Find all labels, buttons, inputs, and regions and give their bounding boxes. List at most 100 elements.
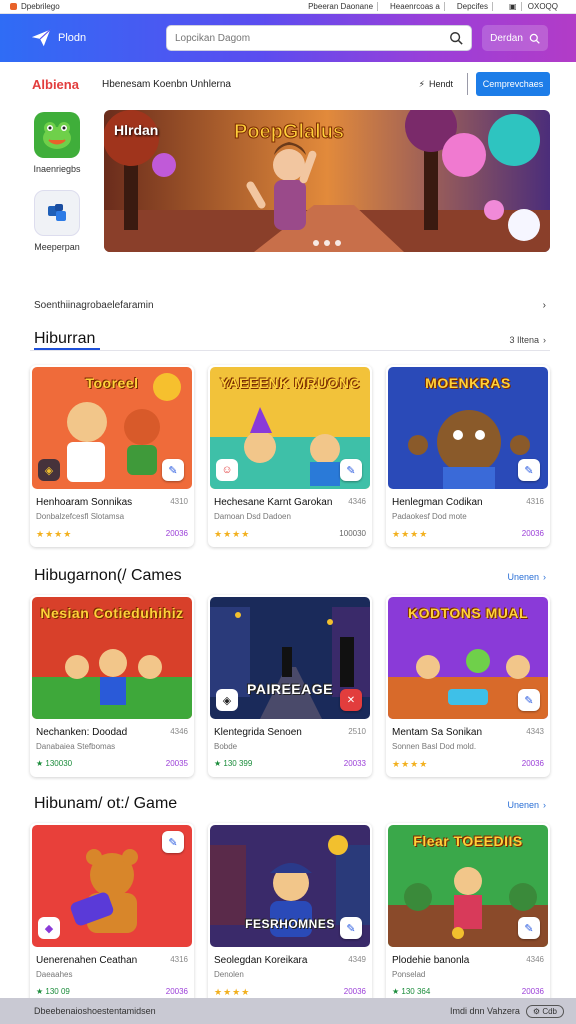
card-grid: Tooreel ◈ ✎ Henhoaram Sonnikas 4310 Donba…	[0, 351, 576, 547]
game-subtitle: Damoan Dsd Dadoen	[214, 512, 291, 521]
game-title: Klentegrida Senoen	[214, 727, 302, 738]
carousel-dot[interactable]	[313, 240, 319, 246]
section-more-link[interactable]: 3 Iltena ›	[509, 335, 546, 348]
game-card[interactable]: KODTONS MUAL ✎ Mentam Sa Sonikan 4343 Son…	[386, 595, 550, 777]
footer-text[interactable]: Dbeebenaioshoestentamidsen	[34, 1006, 156, 1016]
game-card[interactable]: MOENKRAS ✎ Henlegman Codikan 4316 Padaoke…	[386, 365, 550, 547]
star-rating: ★★★★	[214, 987, 251, 997]
breadcrumb-label[interactable]: Soenthiinagrobaelefaramin	[34, 300, 154, 311]
header-button-label: Derdan	[490, 32, 523, 44]
brand-logo[interactable]: Plodn	[30, 27, 166, 49]
rating-count: ★ 130 09	[36, 987, 70, 996]
app-title: Albiena	[32, 76, 79, 92]
brand-name: Plodn	[58, 32, 87, 44]
gem-icon: ◆	[38, 917, 60, 939]
header-search-button[interactable]: Derdan	[482, 25, 548, 51]
site-id[interactable]: Dpebrilego	[10, 2, 60, 11]
game-subtitle: Bobde	[214, 742, 238, 751]
game-thumbnail: MOENKRAS ✎	[388, 367, 548, 489]
side-app-2[interactable]: Meeperpan	[32, 190, 82, 252]
banner-title: Hlrdan	[114, 122, 159, 138]
game-title: Uenerenahen Ceathan	[36, 955, 138, 966]
game-thumbnail: Flear TOEEDIIS ✎	[388, 825, 548, 947]
search-icon	[529, 33, 540, 44]
game-thumbnail: Nesian Cotieduhihiz	[32, 597, 192, 719]
game-price: 20033	[343, 759, 366, 768]
carousel-dot[interactable]	[324, 240, 330, 246]
side-app-1[interactable]: Inaenriegbs	[32, 112, 82, 174]
cta-button[interactable]: Cemprevchaes	[476, 72, 550, 96]
game-card[interactable]: Nesian Cotieduhihiz Nechanken: Doodad 434…	[30, 595, 194, 777]
game-subtitle: Padaokesf Dod mote	[392, 512, 467, 521]
carousel-dot[interactable]	[335, 240, 341, 246]
reader-link[interactable]: ⚡ Hendt	[419, 79, 453, 90]
footer-badge[interactable]: ⚙ Cdb	[525, 1004, 564, 1018]
game-thumbnail: KODTONS MUAL ✎	[388, 597, 548, 719]
game-title: Henlegman Codikan	[392, 497, 483, 508]
game-thumbnail: FESRHOMNES ✎	[210, 825, 370, 947]
game-card[interactable]: YAEEENK MRUONC ☺ ✎ Hechesane Karnt Garok…	[208, 365, 372, 547]
game-title: Nechanken: Doodad	[36, 727, 128, 738]
footer-link[interactable]: Imdi dnn Vahzera	[450, 1006, 520, 1016]
game-card[interactable]: FESRHOMNES ✎ Seolegdan Koreikara 4349 Den…	[208, 823, 372, 1005]
search-input[interactable]	[175, 32, 449, 44]
paper-plane-icon	[31, 29, 51, 47]
puzzle-app-icon	[34, 190, 80, 236]
hero-banner[interactable]: PoepGlalus Hlrdan	[104, 110, 550, 252]
game-card[interactable]: Flear TOEEDIIS ✎ Plodehie banonla 4346 Po…	[386, 823, 550, 1005]
section-breadcrumb: Soenthiinagrobaelefaramin ›	[0, 292, 576, 318]
more-label: Unenen	[507, 572, 539, 582]
pencil-icon[interactable]: ✎	[518, 459, 540, 481]
chevron-right-icon: ›	[543, 572, 546, 582]
game-title: Henhoaram Sonnikas	[36, 497, 133, 508]
rating-count: ★ 130 399	[214, 759, 253, 768]
account-link[interactable]: ▣ OXOQQ	[501, 2, 566, 11]
game-subtitle: Denolen	[214, 970, 244, 979]
close-icon[interactable]: ✕	[340, 689, 362, 711]
game-card[interactable]: Tooreel ◈ ✎ Henhoaram Sonnikas 4310 Donba…	[30, 365, 194, 547]
section-more-link[interactable]: Unenen ›	[507, 572, 546, 585]
rating-count: ★ 130030	[36, 759, 73, 768]
thumbnail-title: YAEEENK MRUONC	[219, 375, 361, 391]
section-header: Hibunam/ ot:/ Game Unenen ›	[0, 783, 576, 813]
utility-link-1[interactable]: Pbeeran Daonane	[304, 2, 379, 11]
chevron-right-icon[interactable]: ›	[543, 300, 546, 311]
utility-link-2[interactable]: Heaenrcoas a	[386, 2, 445, 11]
game-price: 20036	[521, 987, 544, 996]
account-label: OXOQQ	[527, 2, 558, 11]
more-label: Unenen	[507, 800, 539, 810]
pencil-icon[interactable]: ✎	[162, 831, 184, 853]
banner-logo-text: PoepGlalus	[234, 121, 344, 143]
pencil-icon[interactable]: ✎	[518, 689, 540, 711]
search-box[interactable]	[166, 25, 472, 51]
game-card[interactable]: PAIREEAGE ◈ ✕ Klentegrida Senoen 2510 Bob…	[208, 595, 372, 777]
game-price: 20036	[521, 759, 544, 768]
game-id: 4316	[526, 497, 544, 506]
card-grid: Nesian Cotieduhihiz Nechanken: Doodad 434…	[0, 585, 576, 777]
cart-icon: ▣	[504, 2, 522, 11]
hero-banner-art: PoepGlalus	[104, 110, 550, 252]
carousel-dots[interactable]	[313, 240, 341, 246]
game-price: 20036	[343, 987, 366, 996]
game-subtitle: Daeaahes	[36, 970, 73, 979]
translate-icon: ⚡	[418, 78, 425, 89]
footer-badge-label: Cdb	[542, 1006, 557, 1016]
search-icon[interactable]	[449, 31, 463, 45]
pencil-icon[interactable]: ✎	[162, 459, 184, 481]
section-more-link[interactable]: Unenen ›	[507, 800, 546, 813]
thumbnail-title: MOENKRAS	[425, 375, 511, 391]
thumbnail-title: KODTONS MUAL	[407, 605, 529, 621]
frog-app-icon	[34, 112, 80, 158]
pencil-icon[interactable]: ✎	[340, 917, 362, 939]
game-title: Mentam Sa Sonikan	[392, 727, 483, 738]
game-card[interactable]: ◆ ✎ Uenerenahen Ceathan 4316 Daeaahes ★ 1…	[30, 823, 194, 1005]
pencil-icon[interactable]: ✎	[340, 459, 362, 481]
section-title: Hibugarnon(/ Cames	[34, 567, 182, 584]
game-id: 4343	[526, 727, 544, 736]
hero-area: Inaenriegbs Meeperpan PoepGlalus Hlrdan	[0, 106, 576, 292]
section-header: Hiburran 3 Iltena ›	[0, 318, 576, 348]
pencil-icon[interactable]: ✎	[518, 917, 540, 939]
utility-link-3[interactable]: Depcifes	[453, 2, 493, 11]
category-link[interactable]: Hbenesam Koenbn Unhlerna	[102, 79, 231, 90]
game-price: 20036	[165, 529, 188, 538]
